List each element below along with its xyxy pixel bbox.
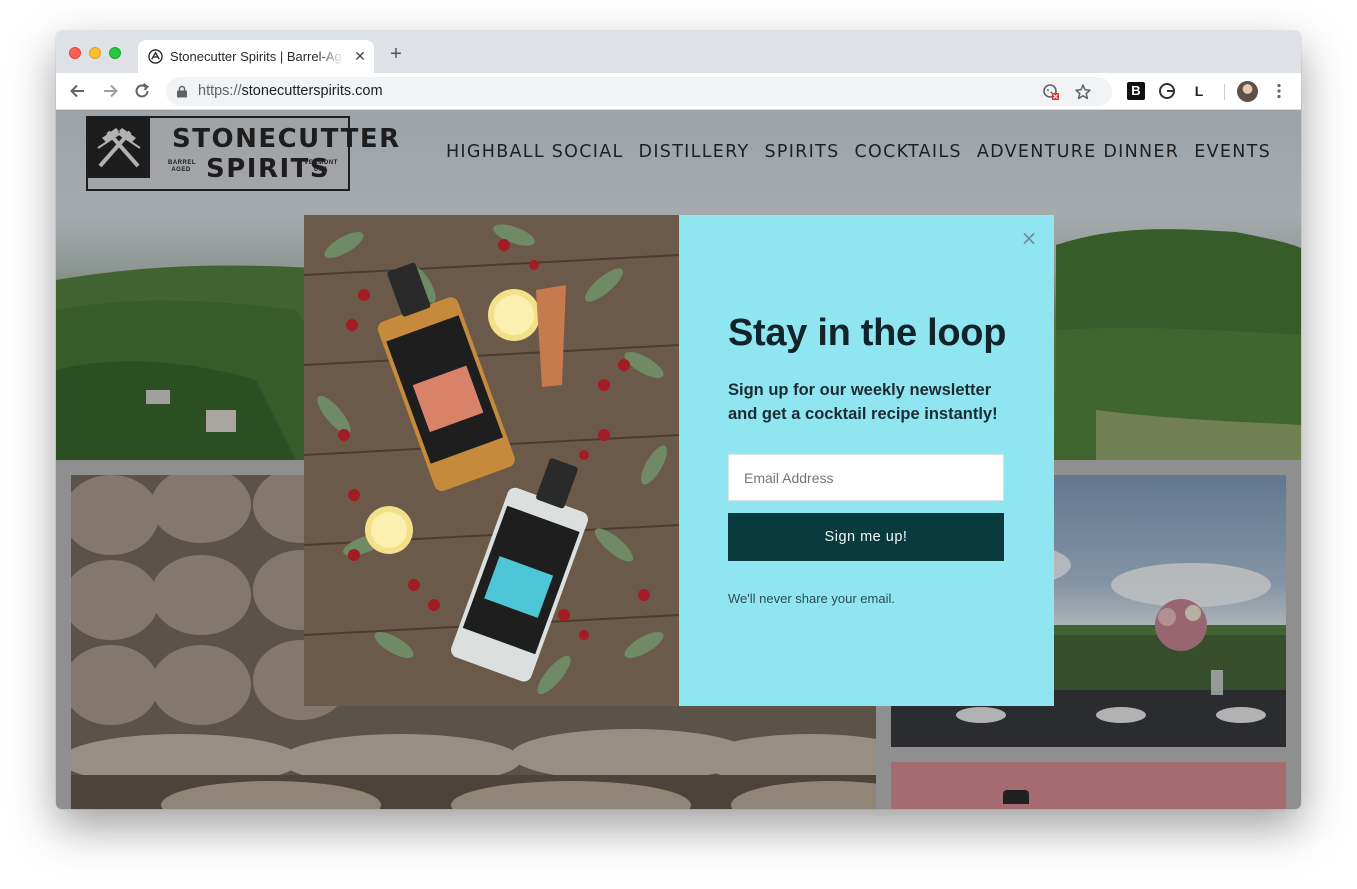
newsletter-modal: × Stay in the loop Sign up for our weekl…: [304, 215, 1054, 706]
tab-title: Stonecutter Spirits | Barrel-Aged: [170, 49, 344, 64]
extension-l-icon[interactable]: L: [1190, 82, 1208, 100]
url-host: stonecutterspirits.com: [241, 83, 383, 99]
browser-window: Stonecutter Spirits | Barrel-Aged ✕ + ht…: [56, 31, 1301, 809]
modal-subtitle: Sign up for our weekly newsletter and ge…: [728, 381, 998, 423]
tab-close-icon[interactable]: ✕: [351, 47, 369, 65]
modal-title: Stay in the loop: [728, 312, 1007, 354]
close-window-button[interactable]: [69, 47, 81, 59]
sign-up-button[interactable]: Sign me up!: [728, 513, 1004, 561]
close-icon[interactable]: ×: [1020, 228, 1038, 248]
web-page: STONECUTTER SPIRITS BARREL AGED VERMONT …: [56, 110, 1301, 809]
signup-panel: × Stay in the loop Sign up for our weekl…: [679, 215, 1054, 706]
extension-b-label: B: [1131, 83, 1141, 98]
lock-icon: [177, 85, 187, 98]
maximize-window-button[interactable]: [109, 47, 121, 59]
browser-tab[interactable]: Stonecutter Spirits | Barrel-Aged ✕: [138, 40, 374, 73]
url-text: https://stonecutterspirits.com: [198, 83, 383, 99]
address-bar[interactable]: https://stonecutterspirits.com: [166, 77, 1112, 106]
bookmark-star-icon[interactable]: [1074, 83, 1092, 101]
toolbar-divider: [1224, 84, 1225, 100]
profile-avatar[interactable]: [1237, 81, 1258, 102]
back-arrow-icon[interactable]: [68, 81, 88, 101]
blocked-cookies-icon[interactable]: [1042, 83, 1060, 101]
privacy-note: We'll never share your email.: [728, 591, 895, 606]
reload-icon[interactable]: [132, 81, 152, 101]
new-tab-button[interactable]: +: [387, 44, 405, 64]
minimize-window-button[interactable]: [89, 47, 101, 59]
extension-b-icon[interactable]: B: [1127, 82, 1145, 100]
forward-arrow-icon[interactable]: [100, 81, 120, 101]
url-scheme: https://: [198, 83, 242, 99]
menu-dots-icon[interactable]: [1270, 82, 1288, 100]
browser-toolbar: https://stonecutterspirits.com B L: [56, 73, 1301, 110]
bottles-photo: [304, 215, 679, 706]
stonecutter-favicon-icon: [148, 49, 163, 64]
extension-l-label: L: [1194, 83, 1204, 99]
extension-g-icon[interactable]: [1158, 82, 1176, 100]
tab-bar: Stonecutter Spirits | Barrel-Aged ✕ +: [56, 31, 1301, 73]
email-field[interactable]: [728, 454, 1004, 501]
